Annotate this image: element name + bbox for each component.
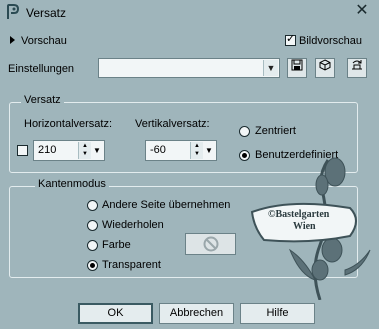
save-button[interactable]: [287, 58, 307, 78]
save-icon: [291, 59, 303, 71]
offset-group-title: Versatz: [21, 94, 64, 106]
vertical-offset-input[interactable]: -60 ▲ ▼ ▼: [145, 140, 217, 161]
window-title: Versatz: [26, 6, 67, 20]
edge-repeat-label: Wiederholen: [102, 219, 164, 231]
edge-color-swatch[interactable]: [185, 233, 236, 255]
stepper-icon[interactable]: ▲ ▼: [78, 142, 91, 159]
settings-label: Einstellungen: [8, 63, 75, 75]
horizontal-offset-label: Horizontalversatz:: [24, 118, 113, 130]
horizontal-offset-input[interactable]: 210 ▲ ▼ ▼: [33, 140, 105, 161]
app-logo-icon: [7, 4, 20, 19]
ok-button[interactable]: OK: [78, 303, 153, 324]
edge-repeat-radio[interactable]: [87, 220, 98, 231]
bildvorschau-label: Bildvorschau: [299, 35, 362, 47]
centered-label: Zentriert: [255, 125, 296, 137]
chevron-down-icon[interactable]: ▼: [263, 60, 278, 76]
close-icon[interactable]: ✕: [354, 3, 370, 19]
chevron-down-icon[interactable]: ▼: [203, 142, 215, 159]
edge-color-label: Farbe: [102, 239, 131, 251]
link-checkbox[interactable]: [17, 145, 28, 156]
settings-combo[interactable]: ▼: [98, 58, 280, 78]
edge-other-side-radio[interactable]: [87, 200, 98, 211]
edge-other-side-label: Andere Seite übernehmen: [102, 199, 231, 211]
bildvorschau-checkbox[interactable]: [285, 33, 296, 46]
random-button[interactable]: [315, 58, 335, 78]
custom-radio[interactable]: [239, 150, 250, 161]
chevron-right-icon: [10, 36, 15, 44]
stepper-icon[interactable]: ▲ ▼: [190, 142, 203, 159]
chevron-down-icon[interactable]: ▼: [91, 142, 103, 159]
cancel-button[interactable]: Abbrechen: [159, 303, 234, 324]
centered-radio[interactable]: [239, 126, 250, 137]
edge-color-radio[interactable]: [87, 240, 98, 251]
vertical-offset-value: -60: [150, 144, 166, 156]
reset-icon: [352, 60, 362, 70]
dice-icon: [319, 59, 331, 71]
preview-toggle[interactable]: Vorschau: [10, 35, 67, 47]
horizontal-offset-value: 210: [38, 144, 57, 156]
edge-mode-group-title: Kantenmodus: [35, 178, 109, 190]
no-color-icon: [203, 236, 219, 252]
preview-label: Vorschau: [21, 35, 67, 47]
reset-button[interactable]: [347, 58, 367, 78]
edge-transparent-radio[interactable]: [87, 260, 98, 271]
vertical-offset-label: Vertikalversatz:: [135, 118, 210, 130]
watermark-line1: ©Bastelgarten: [268, 209, 330, 220]
help-button[interactable]: Hilfe: [240, 303, 315, 324]
edge-transparent-label: Transparent: [102, 259, 161, 271]
watermark-line2: Wien: [293, 221, 316, 232]
